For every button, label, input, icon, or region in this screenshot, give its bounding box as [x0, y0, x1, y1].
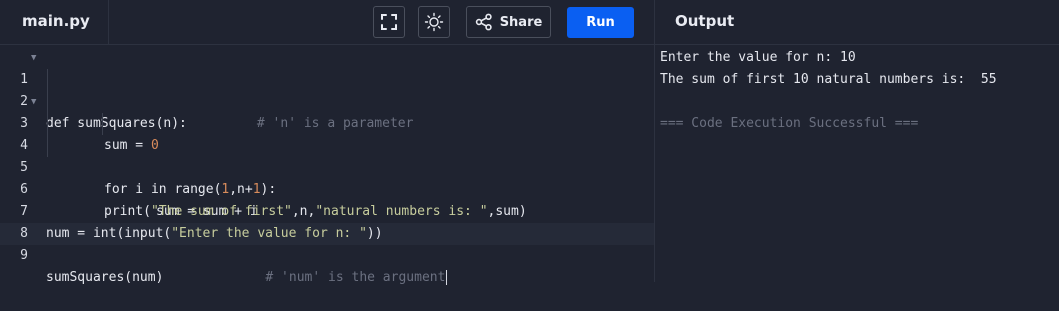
- share-icon: [475, 13, 492, 31]
- share-label: Share: [499, 14, 543, 30]
- top-bar: main.py Share Run Output: [0, 0, 1059, 45]
- file-tab-main-py[interactable]: main.py: [0, 0, 109, 44]
- indent-guide: [47, 135, 48, 157]
- indent-guide: [47, 69, 48, 91]
- online-python-compiler: main.py Share Run Output 1 ▼ def sumSqua…: [0, 0, 1059, 285]
- output-panel: Enter the value for n: 10 The sum of fir…: [654, 45, 1059, 282]
- execution-status: === Code Execution Successful ===: [660, 116, 919, 131]
- indent-guide: [102, 113, 103, 135]
- output-line: The sum of first 10 natural numbers is: …: [660, 72, 997, 87]
- output-tab-label: Output: [675, 12, 735, 30]
- fold-arrow-icon[interactable]: ▼: [31, 47, 36, 69]
- code-line[interactable]: 1 ▼ def sumSquares(n): # 'n' is a paramet…: [0, 47, 654, 131]
- theme-toggle-button[interactable]: [418, 6, 450, 38]
- indent-guide: [47, 113, 48, 135]
- code-line[interactable]: 4 sum = sum + i: [0, 113, 654, 219]
- line-number: 9: [20, 248, 28, 263]
- fullscreen-icon: [381, 14, 397, 30]
- sun-icon: [424, 12, 444, 32]
- code-line[interactable]: 3 ▼ for i in range(1,n+1):: [0, 91, 654, 197]
- text-cursor: [446, 270, 448, 285]
- code-line[interactable]: 5 print("The sum of first",n,"natural nu…: [0, 135, 654, 219]
- fullscreen-button[interactable]: [373, 6, 405, 38]
- fold-arrow-icon[interactable]: ▼: [31, 91, 36, 113]
- code-line[interactable]: 8: [0, 201, 654, 241]
- code-line[interactable]: 2 sum = 0: [0, 69, 654, 153]
- code-text: sumSquares(num) # 'num' is the argument: [46, 270, 448, 285]
- share-button[interactable]: Share: [466, 6, 551, 38]
- code-line[interactable]: 6: [0, 157, 654, 197]
- code-editor[interactable]: 1 ▼ def sumSquares(n): # 'n' is a paramet…: [0, 45, 654, 285]
- output-line: Enter the value for n: 10: [660, 50, 856, 65]
- run-label: Run: [586, 15, 615, 30]
- run-button[interactable]: Run: [567, 7, 634, 38]
- output-tab: Output: [654, 0, 1059, 44]
- file-tab-label: main.py: [22, 12, 90, 30]
- code-line[interactable]: 7 num = int(input("Enter the value for n…: [0, 179, 654, 241]
- code-line[interactable]: 9 sumSquares(num) # 'num' is the argument: [0, 223, 654, 285]
- indent-guide: [47, 91, 48, 113]
